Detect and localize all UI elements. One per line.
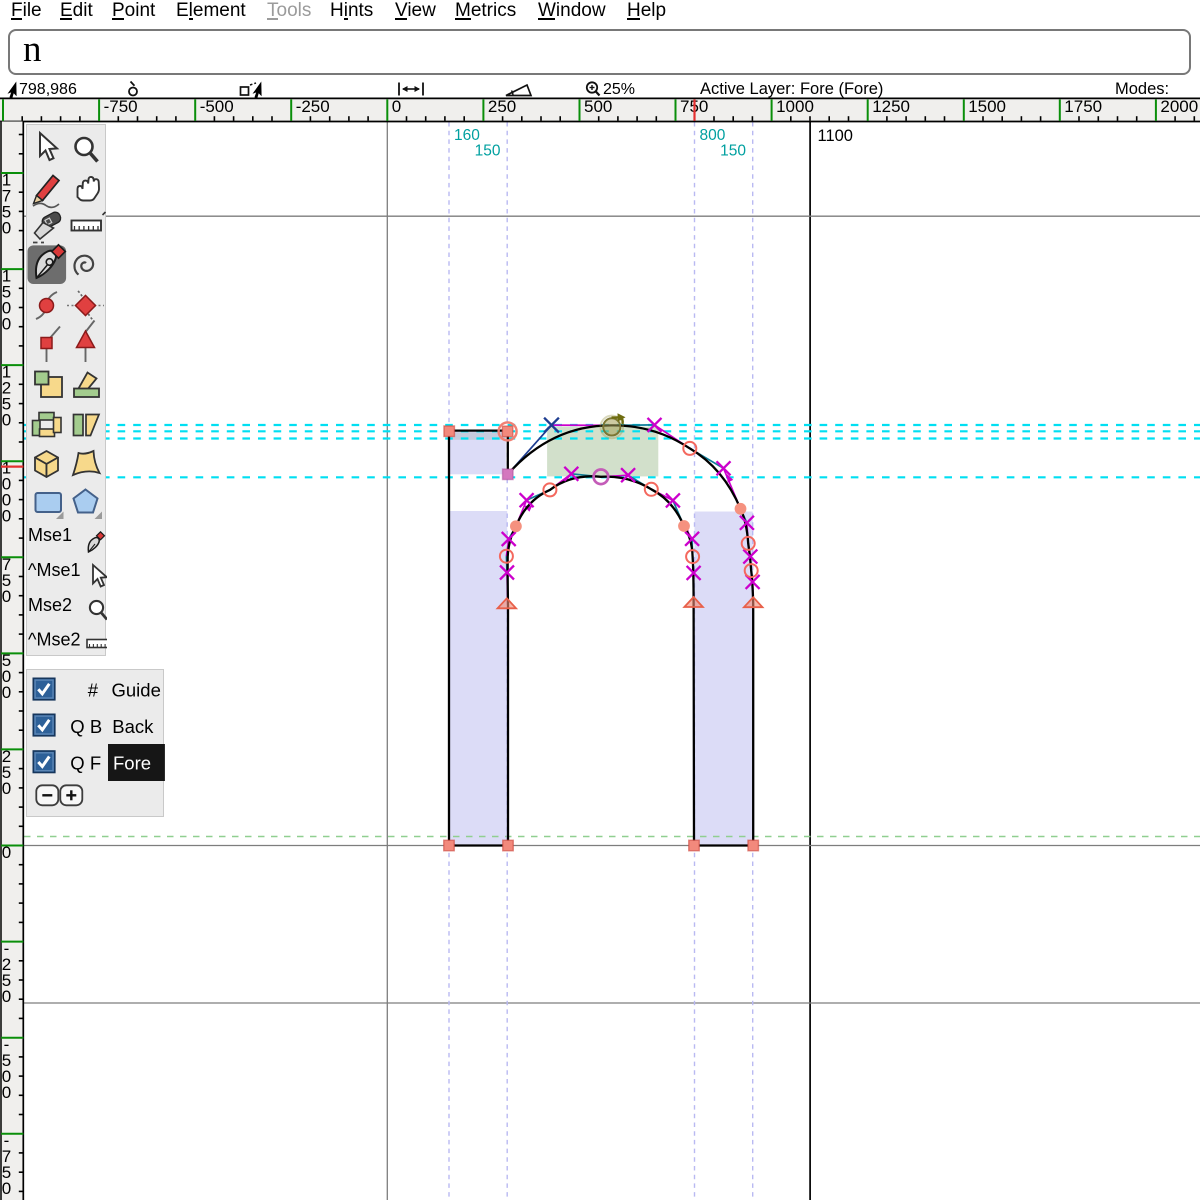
svg-text:0: 0 [2, 683, 11, 702]
svg-text:^Mse1: ^Mse1 [28, 560, 80, 580]
svg-text:0: 0 [2, 315, 11, 334]
svg-text:0: 0 [2, 779, 11, 798]
svg-text:#: # [88, 680, 99, 701]
svg-text:Mse2: Mse2 [28, 595, 72, 615]
svg-text:^Mse2: ^Mse2 [28, 630, 80, 650]
svg-text:Mse1: Mse1 [28, 525, 72, 545]
svg-text:0: 0 [2, 987, 11, 1006]
svg-text:Back: Back [112, 716, 154, 737]
svg-text:Guide: Guide [112, 680, 161, 701]
svg-text:0: 0 [2, 587, 11, 606]
svg-text:0: 0 [2, 507, 11, 526]
svg-text:0: 0 [2, 843, 11, 862]
svg-text:Q B: Q B [70, 716, 102, 737]
svg-text:0: 0 [2, 1083, 11, 1102]
svg-text:Q F: Q F [70, 753, 101, 774]
svg-text:0: 0 [2, 411, 11, 430]
svg-text:0: 0 [2, 1179, 11, 1198]
svg-text:Fore: Fore [113, 753, 151, 774]
svg-text:0: 0 [2, 219, 11, 238]
